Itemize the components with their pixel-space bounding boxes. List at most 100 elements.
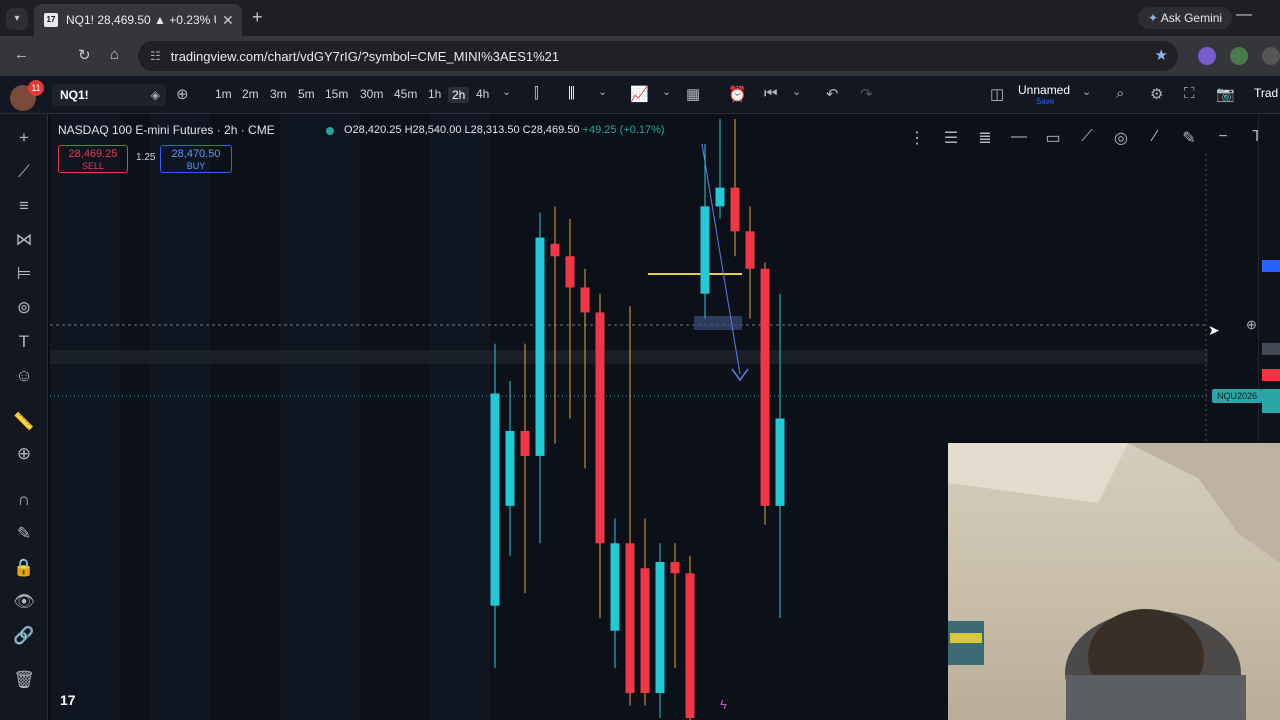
interval-1m[interactable]: 1m (215, 87, 232, 101)
browser-tab-active[interactable]: 17 NQ1! 28,469.50 ▲ +0.23% Unn ✕ (34, 4, 242, 36)
trade-button[interactable]: Trad (1254, 86, 1278, 100)
chevron-down-icon[interactable]: ⌄ (792, 85, 801, 98)
pattern-icon[interactable]: ⋈ (12, 230, 36, 250)
price-tag-red (1262, 369, 1280, 381)
fullscreen-icon[interactable]: ⛶ (1184, 85, 1195, 102)
stay-in-drawing-icon[interactable]: ✎ (12, 524, 36, 544)
legend-high: H28,540.00 (404, 124, 462, 136)
interval-1h[interactable]: 1h (428, 87, 441, 101)
extension-icon[interactable] (1198, 47, 1216, 65)
fib-icon[interactable]: ≣ (968, 128, 1002, 158)
gemini-icon: ✦ (1148, 11, 1159, 25)
alert-icon[interactable]: ⏰ (728, 85, 747, 103)
legend-title[interactable]: NASDAQ 100 E-mini Futures · 2h · CME (58, 123, 275, 137)
horizontal-lines-icon[interactable]: ☰ (934, 128, 968, 158)
candle-body (550, 243, 560, 257)
interval-15m[interactable]: 15m (325, 87, 348, 101)
candle-body (640, 568, 650, 694)
reload-icon[interactable]: ↻ (78, 46, 91, 64)
candle-body (535, 237, 545, 456)
site-settings-icon[interactable]: ☷ (150, 49, 161, 63)
rectangle-icon[interactable]: ▭ (1036, 128, 1070, 158)
brush-icon[interactable]: ⊚ (12, 298, 36, 318)
interval-45m[interactable]: 45m (394, 87, 417, 101)
trend-line-icon[interactable]: ⟋ (12, 162, 36, 182)
buy-price: 28,470.50 (171, 148, 221, 160)
address-bar[interactable]: ☷ tradingview.com/chart/vdGY7rIG/?symbol… (138, 41, 1178, 71)
candle-body (685, 573, 695, 718)
visibility-eye-icon[interactable]: 👁 (12, 592, 36, 612)
magnet-icon[interactable]: ∩ (12, 490, 36, 510)
extension-icon[interactable] (1262, 47, 1280, 65)
ruler-icon[interactable]: 📏 (12, 412, 36, 432)
tradingview-favicon-icon: 17 (44, 13, 58, 27)
candle-body (760, 268, 770, 506)
legend-ohlc: O28,420.25 H28,540.00 L28,313.50 C28,469… (344, 124, 665, 136)
candle-body (595, 312, 605, 544)
interval-2m[interactable]: 2m (242, 87, 259, 101)
replay-icon[interactable]: ⏮ (764, 85, 778, 102)
lightning-icon[interactable]: ϟ (720, 697, 727, 712)
zoom-icon[interactable]: ⊕ (12, 444, 36, 464)
drag-handle-icon[interactable]: ⋮ (900, 128, 934, 158)
candle-body (655, 562, 665, 694)
layout-panel-icon[interactable]: ◫ (990, 85, 1004, 103)
webcam-overlay (948, 443, 1280, 720)
settings-gear-icon[interactable]: ⚙ (1150, 85, 1163, 103)
add-alert-plus-icon[interactable]: ⊕ (1246, 317, 1257, 333)
buy-button[interactable]: 28,470.50 BUY (160, 145, 232, 173)
star-icon[interactable]: ★ (1155, 46, 1168, 64)
price-tag-blue (1262, 260, 1280, 272)
sell-button[interactable]: 28,469.25 SELL (58, 145, 128, 173)
lock-icon[interactable]: 🔒 (12, 558, 36, 578)
chevron-down-icon[interactable]: ⌄ (598, 85, 607, 98)
extension-icon[interactable] (1230, 47, 1248, 65)
tradingview-logo-icon: 17 (60, 692, 76, 708)
interval-5m[interactable]: 5m (298, 87, 315, 101)
chevron-down-icon[interactable]: ⌄ (662, 85, 671, 98)
chevron-down-icon[interactable]: ⌄ (1082, 85, 1091, 98)
crosshair-icon[interactable]: + (12, 128, 36, 148)
spread-value: 1.25 (136, 152, 156, 163)
url-text: tradingview.com/chart/vdGY7rIG/?symbol=C… (170, 48, 560, 64)
path-icon[interactable]: ⟋ (1070, 128, 1104, 158)
ask-gemini-button[interactable]: ✦ Ask Gemini (1138, 7, 1233, 29)
layout-name[interactable]: Unnamed (1018, 83, 1070, 97)
templates-grid-icon[interactable]: ▦ (686, 85, 700, 103)
candles-icon[interactable]: ⫼ (568, 85, 575, 102)
price-tag-grey (1262, 343, 1280, 355)
back-icon[interactable]: ← (14, 46, 29, 63)
bar-chart-icon[interactable]: ⫿ (534, 85, 539, 102)
trash-icon[interactable]: 🗑 (12, 670, 36, 690)
camera-icon[interactable]: 📷 (1216, 85, 1235, 103)
emoji-icon[interactable]: ☺ (12, 366, 36, 386)
close-icon[interactable]: ✕ (222, 12, 234, 29)
interval-30m[interactable]: 30m (360, 87, 383, 101)
horizontal-ray-icon[interactable]: — (1002, 128, 1036, 158)
interval-2h[interactable]: 2h (448, 87, 470, 103)
chevron-down-icon[interactable]: ⌄ (502, 85, 511, 98)
compare-plus-icon[interactable]: ⊕ (176, 85, 189, 103)
fib-retracement-icon[interactable]: ≡ (12, 196, 36, 216)
redo-icon[interactable]: ↷ (860, 85, 873, 103)
minimize-icon[interactable]: — (1236, 6, 1252, 24)
brush-icon[interactable]: ✎ (1172, 128, 1206, 158)
circle-target-icon[interactable]: ◎ (1104, 128, 1138, 158)
quick-search-icon[interactable]: ⌕ (1116, 85, 1124, 102)
new-tab-plus-icon[interactable]: + (252, 7, 263, 28)
interval-3m[interactable]: 3m (270, 87, 287, 101)
undo-icon[interactable]: ↶ (826, 85, 839, 103)
diamond-icon[interactable]: ◈ (151, 84, 160, 106)
interval-4h[interactable]: 4h (476, 87, 489, 101)
line-icon[interactable]: ∕ (1138, 128, 1172, 158)
link-icon[interactable]: 🔗 (12, 626, 36, 646)
text-icon[interactable]: T (12, 332, 36, 352)
indicators-icon[interactable]: 📈 (630, 85, 649, 103)
home-icon[interactable]: ⌂ (110, 46, 119, 63)
minus-icon[interactable]: − (1206, 128, 1240, 158)
forecast-icon[interactable]: ⊨ (12, 264, 36, 284)
layout-save-label[interactable]: Save (1036, 97, 1054, 106)
symbol-search[interactable]: NQ1! ◈ (52, 84, 166, 106)
tab-search-chevron-down-icon[interactable]: ▾ (6, 8, 28, 30)
drawing-tools-sidebar: + ⟋ ≡ ⋈ ⊨ ⊚ T ☺ 📏 ⊕ ∩ ✎ 🔒 👁 🔗 🗑 (0, 114, 48, 720)
